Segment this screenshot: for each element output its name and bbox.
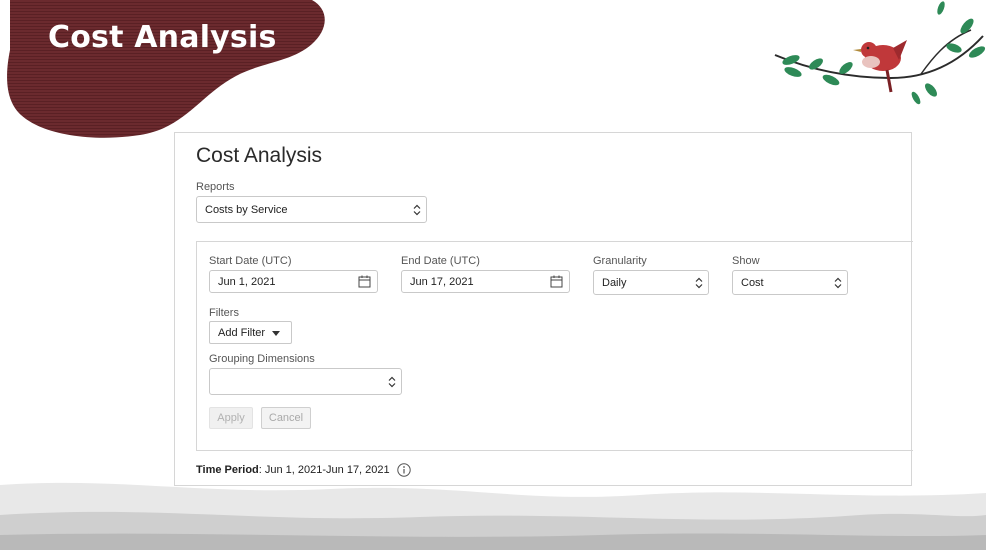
chevron-updown-icon <box>413 204 421 215</box>
end-date-label: End Date (UTC) <box>401 255 480 267</box>
start-date-value: Jun 1, 2021 <box>218 276 276 288</box>
cancel-button[interactable]: Cancel <box>261 407 311 429</box>
filters-label: Filters <box>209 307 239 319</box>
caret-down-icon <box>272 331 280 336</box>
report-options-section: Start Date (UTC) Jun 1, 2021 End Date (U… <box>196 241 913 451</box>
reports-select-value: Costs by Service <box>205 203 288 216</box>
chevron-updown-icon <box>834 277 842 288</box>
show-label: Show <box>732 255 760 267</box>
apply-button[interactable]: Apply <box>209 407 253 429</box>
info-icon[interactable] <box>397 463 411 477</box>
reports-label: Reports <box>196 181 235 193</box>
granularity-value: Daily <box>602 276 627 289</box>
reports-select[interactable]: Costs by Service <box>196 196 427 223</box>
granularity-select[interactable]: Daily <box>593 270 709 295</box>
add-filter-button[interactable]: Add Filter <box>209 321 292 344</box>
start-date-label: Start Date (UTC) <box>209 255 292 267</box>
calendar-icon[interactable] <box>550 275 563 288</box>
granularity-label: Granularity <box>593 255 647 267</box>
ground-texture <box>0 482 986 550</box>
end-date-input[interactable]: Jun 17, 2021 <box>401 270 570 293</box>
calendar-icon[interactable] <box>358 275 371 288</box>
grouping-dimensions-select[interactable] <box>209 368 402 395</box>
show-value: Cost <box>741 276 764 289</box>
show-select[interactable]: Cost <box>732 270 848 295</box>
bird-branch-illustration <box>774 1 986 105</box>
panel-title: Cost Analysis <box>196 144 323 167</box>
grouping-dimensions-label: Grouping Dimensions <box>209 353 315 365</box>
add-filter-label: Add Filter <box>218 327 266 339</box>
time-period-label: Time Period <box>196 464 259 476</box>
time-period-value: : Jun 1, 2021-Jun 17, 2021 <box>258 464 390 476</box>
chevron-updown-icon <box>695 277 703 288</box>
end-date-value: Jun 17, 2021 <box>410 276 474 288</box>
start-date-input[interactable]: Jun 1, 2021 <box>209 270 378 293</box>
cost-analysis-panel: Cost Analysis Reports Costs by Service S… <box>174 132 913 486</box>
chevron-updown-icon <box>388 376 396 387</box>
slide-title: Cost Analysis <box>48 20 277 55</box>
time-period-summary: Time Period: Jun 1, 2021-Jun 17, 2021 <box>196 464 390 476</box>
